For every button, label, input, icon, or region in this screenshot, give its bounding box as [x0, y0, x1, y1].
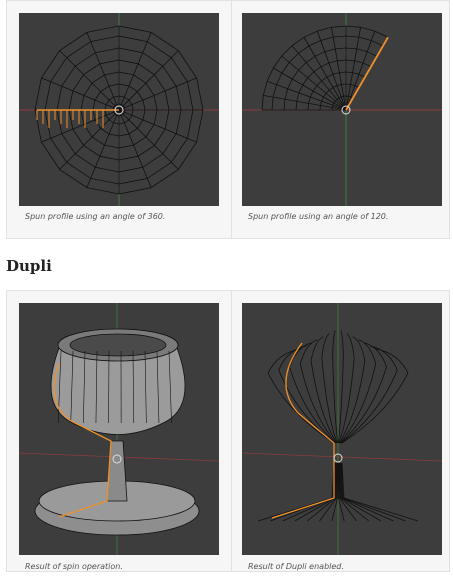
dupli-profile	[300, 340, 336, 443]
dupli-base	[258, 463, 334, 521]
viewport-spin-result	[19, 303, 219, 555]
figure-spin-360: Spun profile using an angle of 360.	[13, 7, 229, 244]
dupli-profile	[340, 340, 376, 443]
spin-120-wireframe	[242, 13, 442, 206]
arc-edge	[262, 26, 388, 110]
glass-opening	[70, 334, 166, 356]
spoke-edge	[119, 110, 178, 169]
dupli-profile	[341, 343, 387, 443]
dupli-profile	[333, 331, 338, 443]
figure-caption: Spun profile using an angle of 120.	[248, 212, 388, 221]
figure-spin-120: Spun profile using an angle of 120.	[236, 7, 452, 244]
dupli-profile	[290, 343, 336, 443]
figure-row-top: Spun profile using an angle of 360. Spun…	[6, 0, 450, 239]
figure-divider	[231, 291, 232, 571]
spoke-edge	[346, 31, 375, 110]
viewport-spin-120	[242, 13, 442, 206]
figure-caption: Result of spin operation.	[25, 562, 123, 571]
dupli-profile	[338, 331, 343, 443]
spoke-edge	[60, 110, 119, 169]
spoke-edge	[119, 51, 178, 110]
figure-dupli-result: Result of Dupli enabled.	[236, 297, 452, 577]
figure-caption: Result of Dupli enabled.	[248, 562, 344, 571]
dupli-base	[342, 463, 418, 521]
figure-caption: Spun profile using an angle of 360.	[25, 212, 165, 221]
glass-mesh	[19, 303, 219, 555]
figure-divider	[231, 1, 232, 238]
dupli-wireframe	[242, 303, 442, 555]
figure-spin-result: Result of spin operation.	[13, 297, 229, 577]
viewport-spin-360	[19, 13, 219, 206]
spin-360-wireframe	[19, 13, 219, 206]
figure-row-bottom: Result of spin operation. Result of Dupl…	[6, 290, 450, 572]
spoke-edge	[60, 51, 119, 110]
section-heading: Dupli	[6, 257, 52, 275]
viewport-dupli-result	[242, 303, 442, 555]
selected-profile	[272, 343, 334, 518]
dupli-base	[341, 463, 394, 521]
